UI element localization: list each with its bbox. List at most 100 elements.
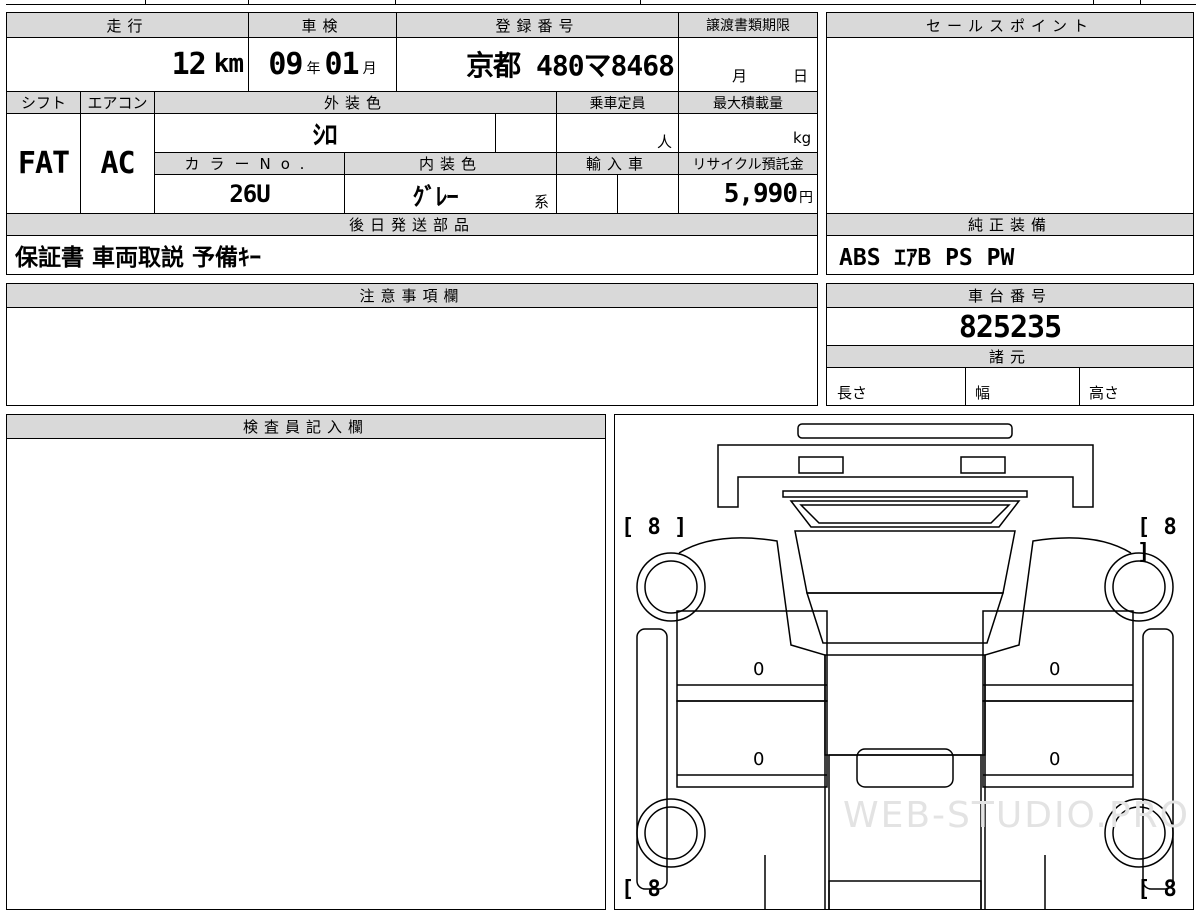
mileage-value: 12 km <box>7 39 244 89</box>
diagram-door-front-right <box>982 610 1134 702</box>
panel-mark-rear-right: 0 <box>1049 749 1061 770</box>
later-parts-header: 後日発送部品 <box>7 213 817 236</box>
diagram-wheel-front-left-inner <box>644 560 698 614</box>
interior-color-value: ｸﾞﾚｰ <box>412 182 459 211</box>
caution-header: 注意事項欄 <box>7 284 817 308</box>
inspection-month-unit: 月 <box>362 61 377 77</box>
capacity-header: 乗車定員 <box>557 91 678 114</box>
transfer-month-unit: 月 <box>732 67 748 85</box>
import-header: 輸入車 <box>557 152 678 175</box>
standard-equipment-header: 純正装備 <box>827 213 1193 236</box>
grid-line <box>617 175 618 213</box>
diagram-wheel-rear-left <box>636 798 706 868</box>
caution-panel: 注意事項欄 <box>6 283 818 406</box>
inspection-year-unit: 年 <box>306 61 321 77</box>
diagram-door-rear-right <box>982 700 1134 788</box>
vehicle-diagram-panel: [ 8 ] [ 8 ] [ 8 [ 8 0 0 0 0 WEB-STUDIO.P… <box>614 414 1194 910</box>
mileage-number: 12 <box>171 46 207 82</box>
recycle-amount: 5,990 <box>723 179 798 209</box>
registration-header: 登録番号 <box>397 13 678 38</box>
sales-point-header: セールスポイント <box>827 13 1193 38</box>
grid-line <box>344 152 345 213</box>
diagram-body-left <box>678 537 826 909</box>
inspector-panel: 検査員記入欄 <box>6 414 606 910</box>
chassis-number-header: 車台番号 <box>827 284 1193 308</box>
diagram-wheel-front-left <box>636 552 706 622</box>
ac-value: AC <box>100 145 135 181</box>
top-strip-tick <box>395 0 396 5</box>
transfer-day-unit: 日 <box>793 67 809 85</box>
diagram-rear-window <box>782 490 1028 498</box>
tire-rear-right-mark: [ 8 <box>1137 877 1177 902</box>
diagram-roof <box>794 530 1016 594</box>
interior-color-header: 内装色 <box>345 152 556 175</box>
exterior-color-value: ｼﾛ <box>312 120 337 151</box>
color-number-header: カラーNo. <box>155 152 344 175</box>
diagram-front-bumper <box>828 880 982 909</box>
length-label: 長さ <box>837 384 868 402</box>
transfer-deadline-header: 譲渡書類期限 <box>679 13 817 38</box>
grid-line <box>556 91 557 213</box>
diagram-hood <box>824 654 986 756</box>
inspector-header: 検査員記入欄 <box>7 415 605 439</box>
inspection-year: 09 <box>268 46 303 82</box>
grid-line <box>495 114 496 152</box>
load-unit: kg <box>793 129 812 147</box>
interior-color-suffix: 系 <box>534 193 550 211</box>
width-label: 幅 <box>975 384 991 402</box>
grid-line <box>80 91 81 213</box>
mileage-header: 走行 <box>7 13 248 38</box>
top-strip-line <box>6 4 1196 5</box>
color-number-value: 26U <box>229 180 270 208</box>
diagram-door-rear-left <box>676 700 828 788</box>
panel-mark-front-left: 0 <box>753 659 765 680</box>
diagram-door-front-left <box>676 610 828 702</box>
recycle-unit: 円 <box>799 190 813 206</box>
grid-line <box>396 13 397 91</box>
specs-header: 諸元 <box>827 345 1193 368</box>
watermark: WEB-STUDIO.PRO <box>843 795 1190 836</box>
exterior-color-header: 外装色 <box>155 91 556 114</box>
top-strip-tick <box>1093 0 1094 5</box>
chassis-number-value: 825235 <box>958 309 1062 345</box>
shift-header: シフト <box>7 91 80 114</box>
inspection-month: 01 <box>324 46 360 82</box>
grid-line <box>1079 368 1080 406</box>
recycle-deposit-header: リサイクル預託金 <box>679 152 817 175</box>
chassis-panel: 車台番号 825235 諸元 長さ 幅 高さ <box>826 283 1194 406</box>
diagram-rear-glass-inner <box>799 504 1011 524</box>
recycle-deposit-value: 5,990 円 <box>679 176 813 212</box>
sales-point-panel: セールスポイント 純正装備 ABS ｴｱB PS PW <box>826 12 1194 275</box>
mileage-unit: km <box>213 49 244 79</box>
capacity-unit: 人 <box>657 133 673 151</box>
diagram-rear-lamp-left <box>798 456 844 474</box>
grid-line <box>248 13 249 91</box>
grid-line <box>154 91 155 213</box>
diagram-wheel-front-right-inner <box>1112 560 1166 614</box>
top-strip-tick <box>248 0 249 5</box>
diagram-top-bar <box>797 423 1013 439</box>
top-strip-tick <box>1140 0 1141 5</box>
grid-line <box>965 368 966 406</box>
diagram-roof-line <box>805 592 1005 644</box>
panel-mark-rear-left: 0 <box>753 749 765 770</box>
tire-front-left-mark: [ 8 ] <box>621 515 688 540</box>
inspection-header: 車検 <box>249 13 396 38</box>
diagram-rear-lamp-right <box>960 456 1006 474</box>
standard-equipment-value: ABS ｴｱB PS PW <box>839 245 1015 271</box>
grid-line <box>678 13 679 213</box>
tire-front-right-mark: [ 8 ] <box>1137 515 1177 565</box>
shift-value: FAT <box>17 145 70 181</box>
panel-mark-front-right: 0 <box>1049 659 1061 680</box>
height-label: 高さ <box>1089 384 1120 402</box>
vehicle-info-panel: 走行 車検 登録番号 譲渡書類期限 12 km 09 年 01 月 京都 480… <box>6 12 818 275</box>
diagram-wheel-rear-left-inner <box>644 806 698 860</box>
top-strip-tick <box>640 0 641 5</box>
later-parts-value: 保証書 車両取説 予備ｷｰ <box>15 245 262 271</box>
tire-rear-left-mark: [ 8 <box>621 877 661 902</box>
registration-value: 京都 480マ8468 <box>466 49 675 82</box>
inspection-value: 09 年 01 月 <box>249 39 396 89</box>
diagram-body-right <box>984 537 1132 909</box>
top-strip-tick <box>145 0 146 5</box>
max-load-header: 最大積載量 <box>679 91 817 114</box>
